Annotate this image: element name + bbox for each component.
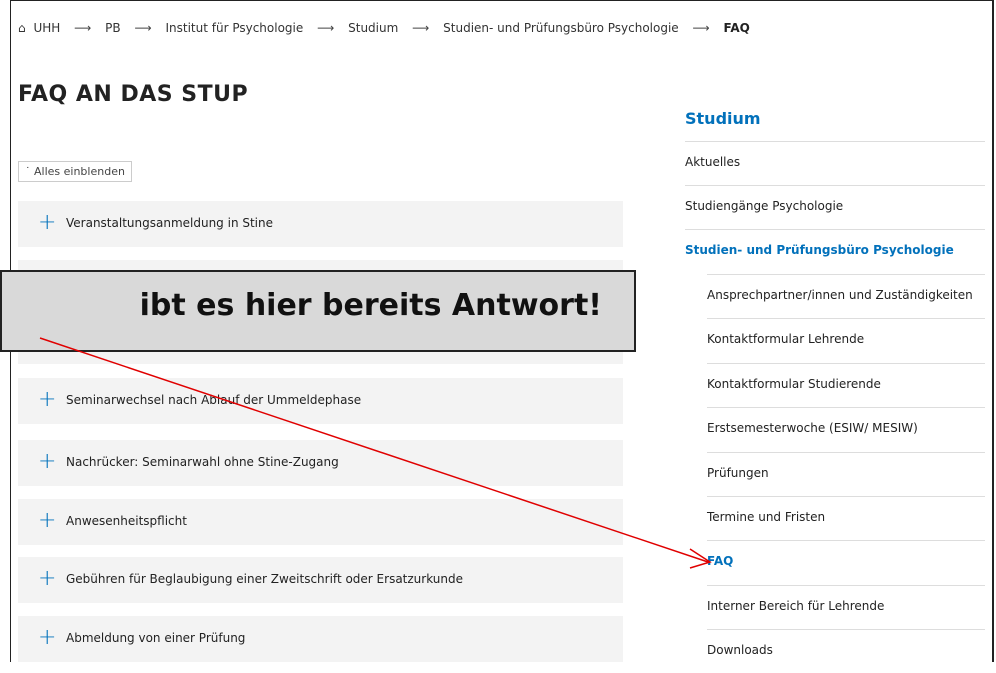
- sidebar-item-pruefungen[interactable]: Prüfungen: [707, 452, 985, 496]
- faq-item[interactable]: + Anwesenheitspflicht: [18, 499, 623, 545]
- page-title: FAQ AN DAS STUP: [18, 82, 249, 107]
- arrow-right-icon: ⟶: [317, 20, 335, 35]
- arrow-right-icon: ⟶: [692, 20, 710, 35]
- faq-item-label: Gebühren für Beglaubigung einer Zweitsch…: [66, 572, 464, 586]
- faq-item[interactable]: + Veranstaltungsanmeldung in Stine: [18, 201, 623, 247]
- sidebar-item-ansprechpartner[interactable]: Ansprechpartner/innen und Zuständigkeite…: [707, 274, 985, 318]
- breadcrumb-item[interactable]: Institut für Psychologie: [165, 21, 303, 35]
- plus-icon: +: [38, 210, 57, 235]
- arrow-right-icon: ⟶: [412, 20, 430, 35]
- faq-item[interactable]: + Gebühren für Beglaubigung einer Zweits…: [18, 557, 623, 603]
- plus-icon: +: [38, 625, 57, 650]
- plus-icon: +: [38, 387, 57, 412]
- sidebar-item-studiengaenge[interactable]: Studiengänge Psychologie: [685, 185, 985, 229]
- sidebar-item-termine[interactable]: Termine und Fristen: [707, 496, 985, 540]
- breadcrumb: ⌂ UHH ⟶ PB ⟶ Institut für Psychologie ⟶ …: [18, 20, 750, 35]
- sidebar-item-stup[interactable]: Studien- und Prüfungsbüro Psychologie: [685, 229, 985, 273]
- sidebar-title[interactable]: Studium: [685, 109, 761, 128]
- breadcrumb-current: FAQ: [723, 20, 750, 35]
- annotation-callout: ibt es hier bereits Antwort!: [0, 270, 636, 352]
- faq-item-label: Nachrücker: Seminarwahl ohne Stine-Zugan…: [66, 455, 339, 469]
- sidebar-item-kontakt-lehrende[interactable]: Kontaktformular Lehrende: [707, 318, 985, 362]
- callout-text: ibt es hier bereits Antwort!: [139, 288, 602, 323]
- arrow-right-icon: ⟶: [134, 20, 152, 35]
- breadcrumb-home[interactable]: UHH: [33, 21, 60, 35]
- sidebar-item-kontakt-studierende[interactable]: Kontaktformular Studierende: [707, 363, 985, 407]
- arrow-right-icon: ⟶: [74, 20, 92, 35]
- breadcrumb-item[interactable]: Studium: [348, 21, 398, 35]
- breadcrumb-item[interactable]: PB: [105, 21, 120, 35]
- caret-icon: ˙: [25, 165, 31, 178]
- plus-icon: +: [38, 566, 57, 591]
- faq-item[interactable]: + Abmeldung von einer Prüfung: [18, 616, 623, 662]
- expand-all-label: Alles einblenden: [34, 165, 125, 178]
- faq-item-label: Anwesenheitspflicht: [66, 514, 187, 528]
- plus-icon: +: [38, 449, 57, 474]
- sidebar-item-erstsemesterwoche[interactable]: Erstsemesterwoche (ESIW/ MESIW): [707, 407, 985, 451]
- faq-item[interactable]: + Seminarwechsel nach Ablauf der Ummelde…: [18, 378, 623, 424]
- faq-item-label: Abmeldung von einer Prüfung: [66, 631, 246, 645]
- home-icon[interactable]: ⌂: [18, 21, 26, 35]
- expand-all-button[interactable]: ˙ Alles einblenden: [18, 161, 132, 182]
- breadcrumb-item[interactable]: Studien- und Prüfungsbüro Psychologie: [443, 21, 679, 35]
- sidebar-item-intern[interactable]: Interner Bereich für Lehrende: [707, 585, 985, 629]
- sidebar-item-downloads[interactable]: Downloads: [707, 629, 985, 673]
- faq-item[interactable]: + Nachrücker: Seminarwahl ohne Stine-Zug…: [18, 440, 623, 486]
- faq-item-label: Seminarwechsel nach Ablauf der Ummeldeph…: [66, 393, 362, 407]
- faq-item-label: Veranstaltungsanmeldung in Stine: [66, 216, 274, 230]
- sidebar-item-aktuelles[interactable]: Aktuelles: [685, 141, 985, 185]
- sidebar-item-faq[interactable]: FAQ: [707, 540, 985, 584]
- plus-icon: +: [38, 508, 57, 533]
